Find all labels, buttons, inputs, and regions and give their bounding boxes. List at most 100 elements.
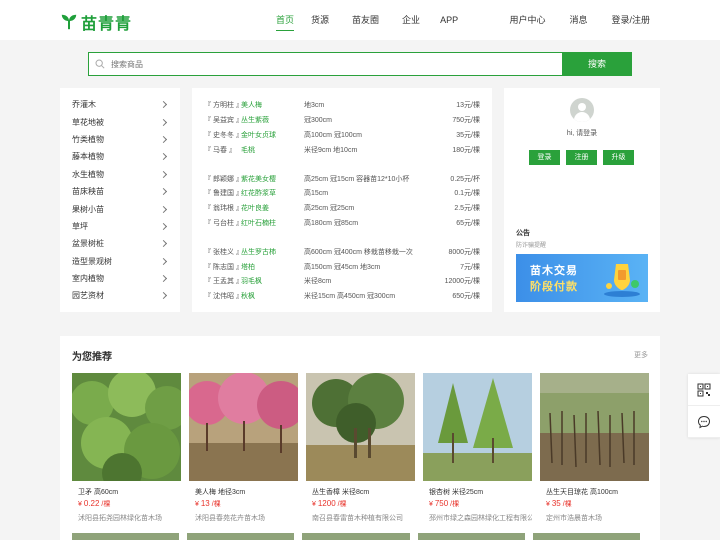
more-link[interactable]: 更多 bbox=[634, 350, 648, 360]
product-image[interactable] bbox=[417, 533, 525, 540]
listing-seller: 『 吴益宾 』 bbox=[204, 117, 243, 125]
avatar[interactable] bbox=[570, 98, 594, 122]
user-panel: hi, 请登录 登录 注册 升级 公告 防诈骗提醒 苗木交易 阶段付款 bbox=[504, 88, 660, 312]
listing-price: 65元/棵 bbox=[456, 219, 480, 227]
listing-price: 8000元/棵 bbox=[448, 248, 480, 256]
category-item[interactable]: 乔灌木 bbox=[60, 96, 180, 113]
product-name: 丛生香樟 米径8cm bbox=[312, 489, 370, 496]
category-item[interactable]: 果树小苗 bbox=[60, 200, 180, 217]
listing-row[interactable]: 『 弓台柱 』红叶石楠柱 高180cm 冠85cm 65元/棵 bbox=[204, 216, 480, 231]
chevron-right-icon bbox=[159, 222, 168, 230]
product-seller[interactable]: 定州市浩晨苗木场 bbox=[540, 513, 649, 523]
product-card[interactable]: 丛生香樟 米径8cm ¥ 1200 /棵 南召县春雷苗木种植有限公司 bbox=[306, 373, 415, 523]
listing-product[interactable]: 金叶女贞球 bbox=[241, 130, 304, 140]
listing-row[interactable]: 『 方明柱 』美人梅 地3cm 13元/棵 bbox=[204, 98, 480, 113]
product-image[interactable] bbox=[302, 533, 410, 540]
chat-button[interactable] bbox=[688, 406, 720, 438]
notice-link[interactable]: 防诈骗提醒 bbox=[516, 240, 546, 249]
chevron-right-icon bbox=[159, 101, 168, 109]
product-card[interactable]: 银杏树 米径25cm ¥ 750 /棵 邳州市绿之森园林绿化工程有限公司 bbox=[423, 373, 532, 523]
category-item[interactable]: 藤本植物 bbox=[60, 148, 180, 165]
product-card[interactable]: 卫矛 高60cm ¥ 0.22 /棵 沭阳县拓尧园林绿化苗木场 bbox=[72, 373, 181, 523]
upgrade-button[interactable]: 升级 bbox=[603, 150, 634, 165]
qrcode-button[interactable] bbox=[688, 374, 720, 406]
shrub-photo-icon bbox=[72, 373, 181, 481]
next-row-images bbox=[72, 533, 648, 540]
category-item[interactable]: 水生植物 bbox=[60, 166, 180, 183]
product-seller[interactable]: 邳州市绿之森园林绿化工程有限公司 bbox=[423, 513, 532, 523]
listing-row[interactable]: 『 史冬冬 』金叶女贞球 高100cm 冠100cm 35元/棵 bbox=[204, 128, 480, 143]
product-image[interactable] bbox=[187, 533, 295, 540]
nav-supply[interactable]: 货源 bbox=[311, 0, 329, 40]
listing-row[interactable]: 『 沈伟昭 』秋枫 米径15cm 高450cm 冠300cm 650元/棵 bbox=[204, 289, 480, 304]
login-button[interactable]: 登录 bbox=[529, 150, 560, 165]
category-item[interactable]: 苗床秧苗 bbox=[60, 183, 180, 200]
listing-seller: 『 沈伟昭 』 bbox=[204, 293, 243, 301]
category-item[interactable]: 竹类植物 bbox=[60, 131, 180, 148]
product-price: ¥ 1200 /棵 bbox=[306, 499, 415, 509]
product-card[interactable]: 美人梅 地径3cm ¥ 13 /棵 沭阳县春苑花卉苗木场 bbox=[189, 373, 298, 523]
listing-product[interactable]: 羽毛枫 bbox=[241, 276, 304, 286]
product-price: ¥ 0.22 /棵 bbox=[72, 499, 181, 509]
product-seller[interactable]: 沭阳县春苑花卉苗木场 bbox=[189, 513, 298, 523]
listing-row[interactable]: 『 鲁建国 』红花酢浆草 高15cm 0.1元/棵 bbox=[204, 186, 480, 201]
listing-product[interactable]: 紫花美女樱 bbox=[241, 174, 304, 184]
category-label: 草坪 bbox=[72, 221, 88, 231]
product-image[interactable] bbox=[423, 373, 532, 481]
price-unit: /棵 bbox=[211, 501, 221, 508]
user-center-link[interactable]: 用户中心 bbox=[509, 0, 545, 40]
listing-price: 0.25元/杯 bbox=[450, 175, 480, 183]
listing-product[interactable]: 丛生紫薇 bbox=[241, 115, 304, 125]
product-image[interactable] bbox=[72, 533, 180, 540]
category-item[interactable]: 园艺资材 bbox=[60, 287, 180, 304]
latest-listings: 『 方明柱 』美人梅 地3cm 13元/棵 『 吴益宾 』丛生紫薇 冠300cm 750… bbox=[192, 88, 492, 312]
product-image[interactable] bbox=[306, 373, 415, 481]
category-item[interactable]: 盆景树桩 bbox=[60, 235, 180, 252]
price-value: 1200 bbox=[317, 499, 336, 508]
product-card[interactable]: 丛生天目琼花 高100cm ¥ 35 /棵 定州市浩晨苗木场 bbox=[540, 373, 649, 523]
nav-app[interactable]: APP bbox=[440, 0, 458, 40]
qrcode-icon bbox=[697, 383, 711, 396]
search-box[interactable] bbox=[88, 52, 562, 76]
logo[interactable]: 苗青青 bbox=[60, 10, 132, 34]
listing-row[interactable]: 『 翁玮根 』花叶良姜 高25cm 冠25cm 2.5元/棵 bbox=[204, 201, 480, 216]
login-register-link[interactable]: 登录/注册 bbox=[611, 0, 650, 40]
listing-row[interactable]: 『 吴益宾 』丛生紫薇 冠300cm 750元/棵 bbox=[204, 113, 480, 128]
product-image[interactable] bbox=[540, 373, 649, 481]
promo-banner[interactable]: 苗木交易 阶段付款 bbox=[516, 254, 648, 302]
nav-community[interactable]: 苗友圈 bbox=[352, 0, 379, 40]
category-item[interactable]: 草花地被 bbox=[60, 113, 180, 130]
product-image[interactable] bbox=[189, 373, 298, 481]
search-input[interactable] bbox=[111, 59, 411, 69]
nav-enterprise[interactable]: 企业 bbox=[402, 0, 420, 40]
search-button[interactable]: 搜索 bbox=[562, 52, 632, 76]
listing-row[interactable]: 『 王孟其 』羽毛枫 米径8cm 12000元/棵 bbox=[204, 274, 480, 289]
messages-link[interactable]: 消息 bbox=[569, 0, 587, 40]
category-item[interactable]: 草坪 bbox=[60, 218, 180, 235]
listing-seller: 『 马春 』 bbox=[204, 146, 236, 154]
category-item[interactable]: 造型景观树 bbox=[60, 253, 180, 270]
product-seller[interactable]: 南召县春雷苗木种植有限公司 bbox=[306, 513, 415, 523]
listing-row[interactable]: 『 郎颖娜 』紫花美女樱 高25cm 冠15cm 容器苗12*10小杯 0.25元/… bbox=[204, 171, 480, 186]
listing-product[interactable]: 毛桃 bbox=[241, 145, 304, 155]
listing-product[interactable]: 红花酢浆草 bbox=[241, 188, 304, 198]
listing-product[interactable]: 美人梅 bbox=[241, 100, 304, 110]
listing-row[interactable]: 『 张桂义 』丛生罗古柿 高600cm 冠400cm 移栽苗移栽一次 8000元/棵 bbox=[204, 244, 480, 259]
price-symbol: ¥ bbox=[429, 501, 433, 508]
product-seller[interactable]: 沭阳县拓尧园林绿化苗木场 bbox=[72, 513, 181, 523]
product-image[interactable] bbox=[532, 533, 641, 540]
brand-name: 苗青青 bbox=[81, 16, 133, 33]
listing-seller: 『 郎颖娜 』 bbox=[204, 175, 243, 183]
product-image[interactable] bbox=[72, 373, 181, 481]
listing-product[interactable]: 丛生罗古柿 bbox=[241, 247, 304, 257]
login-greeting[interactable]: hi, 请登录 bbox=[504, 128, 660, 138]
nav-home[interactable]: 首页 bbox=[276, 0, 295, 40]
listing-row[interactable]: 『 陈志国 』塔柏 高150cm 冠45cm 地3cm 7元/棵 bbox=[204, 259, 480, 274]
register-button[interactable]: 注册 bbox=[566, 150, 597, 165]
listing-row[interactable]: 『 马春 』毛桃 米径9cm 地10cm 180元/棵 bbox=[204, 142, 480, 157]
listing-product[interactable]: 红叶石楠柱 bbox=[241, 218, 304, 228]
listing-product[interactable]: 塔柏 bbox=[241, 262, 304, 272]
listing-product[interactable]: 秋枫 bbox=[241, 291, 304, 301]
category-item[interactable]: 室内植物 bbox=[60, 270, 180, 287]
listing-product[interactable]: 花叶良姜 bbox=[241, 203, 304, 213]
